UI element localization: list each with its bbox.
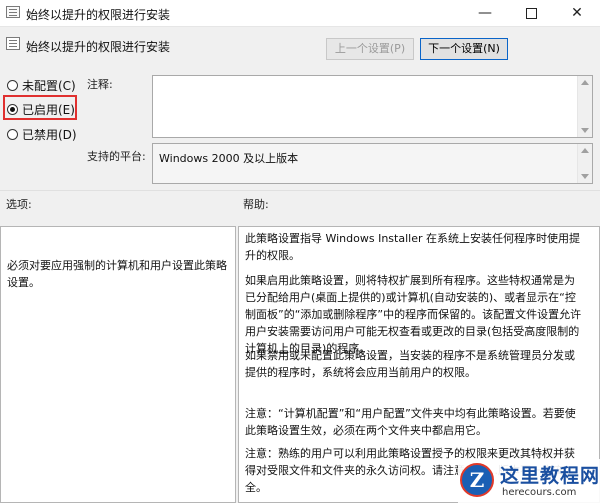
scroll-up-icon[interactable] <box>581 148 589 153</box>
window-title: 始终以提升的权限进行安装 <box>26 8 171 22</box>
policy-name: 始终以提升的权限进行安装 <box>26 40 171 54</box>
watermark-logo-icon: Z <box>460 463 494 497</box>
options-label: 选项: <box>6 198 32 211</box>
radio-not-configured[interactable]: 未配置(C) <box>7 76 76 94</box>
platform-field: Windows 2000 及以上版本 <box>152 143 593 184</box>
help-paragraph: 注意：“计算机配置”和“用户配置”文件夹中均有此策略设置。若要使此策略设置生效，… <box>245 407 576 437</box>
comment-label: 注释: <box>87 78 113 91</box>
title-bar: 始终以提升的权限进行安装 — ✕ <box>0 0 600 27</box>
options-text: 必须对要应用强制的计算机和用户设置此策略设置。 <box>7 259 227 289</box>
next-setting-button[interactable]: 下一个设置(N) <box>420 38 508 60</box>
help-paragraph: 此策略设置指导 Windows Installer 在系统上安装任何程序时使用提… <box>245 232 580 262</box>
maximize-icon <box>525 8 537 19</box>
radio-not-configured-circle[interactable] <box>7 79 18 91</box>
platform-label: 支持的平台: <box>87 150 146 163</box>
radio-not-configured-label: 未配置(C) <box>22 78 76 93</box>
watermark-title: 这里教程网 <box>500 465 600 487</box>
platform-scrollbar[interactable] <box>577 144 592 183</box>
help-label: 帮助: <box>243 198 269 211</box>
radio-disabled[interactable]: 已禁用(D) <box>7 125 77 143</box>
policy-setting-icon <box>6 37 20 50</box>
previous-setting-button[interactable]: 上一个设置(P) <box>326 38 414 60</box>
maximize-button[interactable] <box>508 0 554 26</box>
platform-value: Windows 2000 及以上版本 <box>159 152 299 165</box>
comment-textarea[interactable] <box>152 75 593 138</box>
scroll-down-icon[interactable] <box>581 128 589 133</box>
help-paragraph: 如果禁用或未配置此策略设置，当安装的程序不是系统管理员分发或提供的程序时，系统将… <box>245 349 575 379</box>
section-divider <box>0 190 600 191</box>
watermark-url: herecours.com <box>502 487 577 498</box>
scroll-down-icon[interactable] <box>581 174 589 179</box>
enabled-highlight-box <box>3 95 77 120</box>
close-button[interactable]: ✕ <box>554 0 600 26</box>
policy-window-icon <box>6 6 20 18</box>
help-paragraph: 如果启用此策略设置，则将特权扩展到所有程序。这些特权通常是为已分配给用户(桌面上… <box>245 274 582 355</box>
site-watermark: Z 这里教程网 herecours.com <box>458 459 600 503</box>
options-panel: 必须对要应用强制的计算机和用户设置此策略设置。 <box>0 226 236 503</box>
radio-disabled-label: 已禁用(D) <box>22 127 77 142</box>
minimize-button[interactable]: — <box>462 0 508 26</box>
comment-scrollbar[interactable] <box>577 76 592 137</box>
radio-disabled-circle[interactable] <box>7 128 18 140</box>
scroll-up-icon[interactable] <box>581 80 589 85</box>
